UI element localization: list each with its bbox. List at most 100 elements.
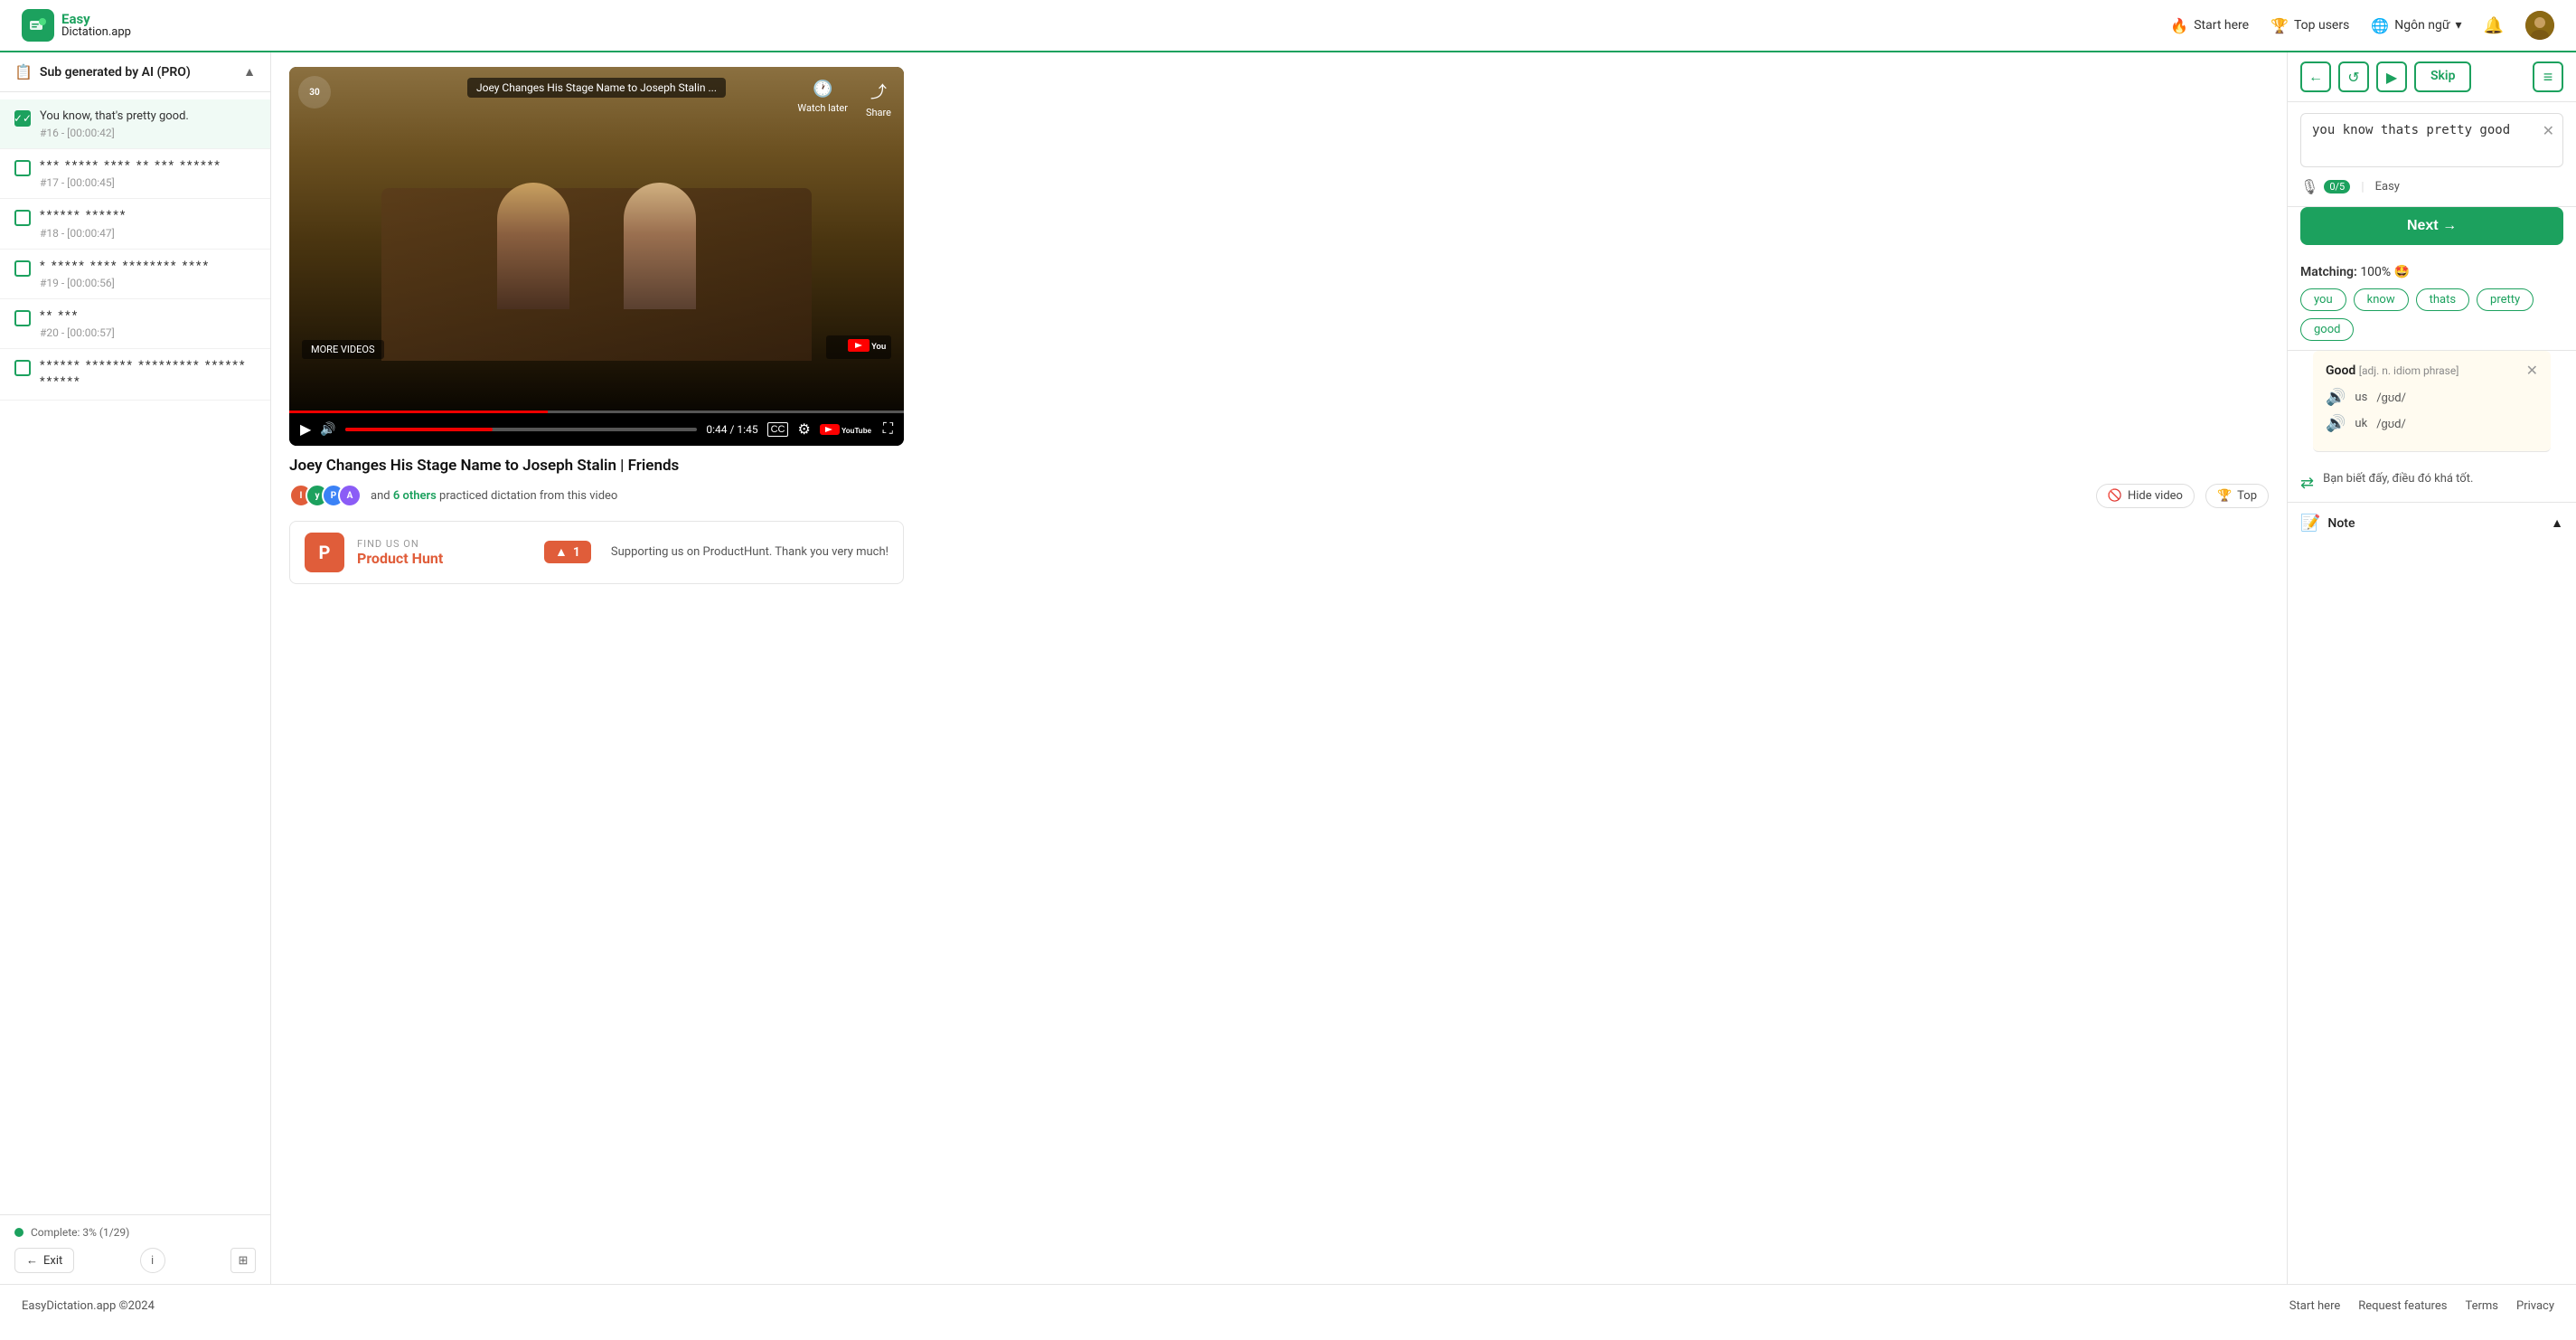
list-item[interactable]: ✓ You know, that's pretty good. #16 - [0…: [0, 99, 270, 149]
difficulty-tag: Easy: [2375, 180, 2400, 193]
share-icon: ⤴: [870, 80, 887, 103]
checkbox[interactable]: [14, 210, 31, 226]
list-item[interactable]: ** *** #20 - [00:00:57]: [0, 299, 270, 349]
word-chip-thats: thats: [2416, 288, 2469, 311]
avatar[interactable]: [2525, 11, 2554, 40]
triangle-up-icon: ▲: [555, 544, 568, 560]
cc-button[interactable]: CC: [767, 422, 789, 437]
chevron-up-icon[interactable]: ▲: [243, 64, 256, 80]
checkbox[interactable]: [14, 310, 31, 326]
figure-2: [624, 183, 696, 309]
microphone-button[interactable]: 🎙 0/5: [2300, 178, 2350, 195]
word-chip-good: good: [2300, 318, 2354, 341]
fullscreen-button[interactable]: ⛶: [883, 421, 893, 438]
timestamp: #20 - [00:00:57]: [40, 326, 115, 339]
nav-top-users[interactable]: 🏆 Top users: [2270, 17, 2349, 34]
nav-language[interactable]: 🌐 Ngôn ngữ ▾: [2371, 17, 2461, 34]
matching-section: Matching: 100% 🤩 you know thats pretty g…: [2288, 256, 2576, 351]
note-section: 📝 Note ▲: [2288, 503, 2576, 543]
watch-later-button[interactable]: 🕐 Watch later: [797, 80, 848, 118]
main-content: 30 Joey Changes His Stage Name to Joseph…: [271, 52, 2287, 1284]
sidebar-item-content: ****** ******* ********* ****** ******: [40, 358, 256, 391]
menu-icon: ≡: [2543, 68, 2553, 87]
note-header-left: 📝 Note: [2300, 514, 2355, 533]
header-nav: 🔥 Start here 🏆 Top users 🌐 Ngôn ngữ ▾ 🔔: [2170, 11, 2554, 40]
ph-supporting-text: Supporting us on ProductHunt. Thank you …: [611, 545, 888, 559]
skip-button[interactable]: Skip: [2414, 61, 2471, 92]
clear-input-button[interactable]: ✕: [2543, 122, 2554, 139]
checkbox[interactable]: [14, 160, 31, 176]
footer-start-here[interactable]: Start here: [2289, 1299, 2340, 1313]
header: Easy Dictation.app 🔥 Start here 🏆 Top us…: [0, 0, 2576, 52]
sidebar-item-content: ****** ****** #18 - [00:00:47]: [40, 208, 127, 239]
menu-button[interactable]: ≡: [2533, 61, 2563, 92]
list-item[interactable]: ****** ****** #18 - [00:00:47]: [0, 199, 270, 249]
nav-start-here[interactable]: 🔥 Start here: [2170, 17, 2249, 34]
video-meta-left: I y P A and 6 others practiced dictation…: [289, 484, 617, 507]
exit-button[interactable]: ← Exit: [14, 1248, 74, 1273]
matching-label: Matching:: [2300, 265, 2357, 279]
play-uk-button[interactable]: 🔊: [2326, 414, 2346, 433]
avatar-4: A: [338, 484, 362, 507]
progress-dot: [14, 1228, 24, 1237]
timestamp: #19 - [00:00:56]: [40, 277, 210, 289]
divider: |: [2361, 180, 2364, 194]
note-icon: 📝: [2300, 514, 2320, 533]
play-button[interactable]: ▶: [300, 420, 311, 439]
time-display: 0:44 / 1:45: [706, 423, 757, 436]
share-button[interactable]: ⤴ Share: [866, 80, 891, 118]
nav-notifications[interactable]: 🔔: [2484, 16, 2504, 35]
play-us-button[interactable]: 🔊: [2326, 388, 2346, 407]
list-item[interactable]: * ***** **** ******** **** #19 - [00:00:…: [0, 250, 270, 299]
list-item[interactable]: *** ***** **** ** *** ****** #17 - [00:0…: [0, 149, 270, 199]
next-button[interactable]: Next →: [2300, 207, 2563, 245]
video-controls: ▶ 🔊 0:44 / 1:45 CC ⚙ YouTube ⛶: [289, 413, 904, 446]
logo-easy: Easy: [61, 12, 131, 27]
matching-percent: 100%: [2360, 265, 2391, 279]
main-layout: 📋 Sub generated by AI (PRO) ▲ ✓ You know…: [0, 52, 2576, 1284]
producthunt-banner[interactable]: P FIND US ON Product Hunt ▲ 1 Supporting…: [289, 521, 904, 584]
note-label: Note: [2327, 516, 2355, 531]
video-container: 30 Joey Changes His Stage Name to Joseph…: [289, 67, 904, 446]
checkbox[interactable]: [14, 360, 31, 376]
progress-text: Complete: 3% (1/29): [31, 1226, 129, 1239]
sidebar: 📋 Sub generated by AI (PRO) ▲ ✓ You know…: [0, 52, 271, 1284]
progress-track[interactable]: [345, 428, 698, 431]
list-item[interactable]: ****** ******* ********* ****** ******: [0, 349, 270, 401]
ph-upvote-button[interactable]: ▲ 1: [544, 541, 591, 563]
note-header[interactable]: 📝 Note ▲: [2300, 514, 2563, 533]
footer-privacy[interactable]: Privacy: [2516, 1299, 2554, 1313]
replay-button[interactable]: ↺: [2338, 61, 2369, 92]
volume-button[interactable]: 🔊: [320, 421, 335, 437]
video-channel-logo: 30: [298, 76, 331, 109]
back-button[interactable]: ←: [2300, 61, 2331, 92]
scene-figures: [289, 183, 904, 309]
info-button[interactable]: i: [140, 1248, 165, 1273]
play-subtitled-button[interactable]: ▶: [2376, 61, 2407, 92]
def-close-button[interactable]: ✕: [2526, 362, 2538, 379]
fire-icon: 🔥: [2170, 17, 2188, 34]
checkbox[interactable]: ✓: [14, 110, 31, 127]
checkbox[interactable]: [14, 260, 31, 277]
right-panel: ← ↺ ▶ Skip ≡ ✕ 🎙: [2287, 52, 2576, 1284]
ph-find-us: FIND US ON: [357, 538, 443, 550]
practiced-text: and 6 others practiced dictation from th…: [371, 489, 617, 503]
hide-video-button[interactable]: 🚫 Hide video: [2096, 484, 2195, 508]
dictation-input[interactable]: [2300, 113, 2563, 167]
others-link[interactable]: 6 others: [393, 489, 437, 503]
youtube-logo: YouTube: [826, 335, 891, 359]
mic-count: 0/5: [2324, 180, 2350, 193]
settings-button[interactable]: ⚙: [797, 420, 810, 439]
sidebar-title: Sub generated by AI (PRO): [40, 65, 191, 80]
translate-icon: ⇄: [2300, 474, 2314, 493]
pronunciation-row-uk: 🔊 uk /ɡʊd/: [2326, 414, 2538, 433]
layout-button[interactable]: ⊞: [230, 1248, 256, 1273]
logo-area[interactable]: Easy Dictation.app: [22, 9, 131, 42]
dialect-us: us: [2355, 391, 2367, 404]
footer-terms[interactable]: Terms: [2465, 1299, 2498, 1313]
translate-icon: 🌐: [2371, 17, 2389, 34]
top-button[interactable]: 🏆 Top: [2205, 484, 2269, 508]
translation-section: ⇄ Bạn biết đấy, điều đó khá tốt.: [2288, 463, 2576, 503]
more-videos-button[interactable]: MORE VIDEOS: [302, 340, 384, 359]
footer-request-features[interactable]: Request features: [2358, 1299, 2447, 1313]
